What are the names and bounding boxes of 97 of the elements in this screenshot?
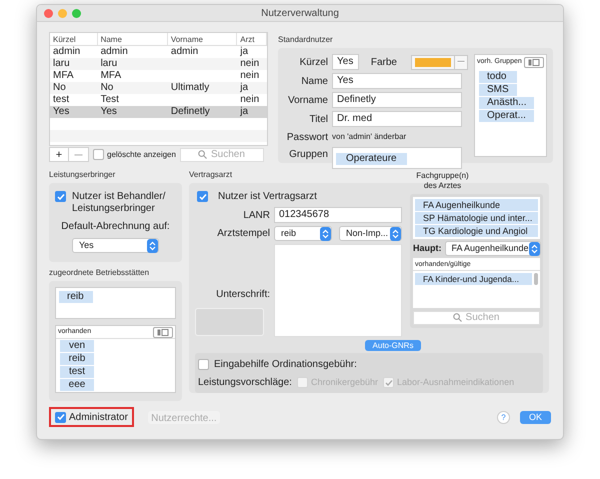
stepper-icon bbox=[390, 226, 401, 240]
signature-box[interactable] bbox=[195, 308, 264, 336]
table-cell: nein bbox=[240, 94, 260, 105]
add-button[interactable]: + bbox=[50, 148, 69, 161]
column-header[interactable]: Kürzel bbox=[50, 33, 98, 45]
remove-button[interactable]: — bbox=[69, 148, 88, 161]
toggle-icon[interactable] bbox=[153, 326, 173, 338]
column-header[interactable]: Name bbox=[98, 33, 168, 45]
window-title: Nutzerverwaltung bbox=[261, 6, 339, 20]
field-label: Unterschrift: bbox=[215, 288, 270, 302]
field-label: Arztstempel bbox=[216, 227, 270, 241]
table-cell: admin bbox=[53, 46, 80, 57]
table-cell: Yes bbox=[100, 106, 117, 117]
list-item[interactable]: Operat... bbox=[479, 110, 534, 122]
table-cell: Test bbox=[100, 94, 119, 105]
toggle-icon[interactable] bbox=[524, 57, 544, 68]
section-label: Leistungserbringer bbox=[49, 169, 116, 181]
field-label: Farbe bbox=[370, 56, 397, 70]
checkbox-label: Nutzer ist Behandler/ Leistungserbringer bbox=[72, 191, 166, 215]
scrollbar[interactable] bbox=[534, 273, 538, 285]
list-item[interactable]: eee bbox=[60, 379, 94, 391]
select-field[interactable]: FA Augenheilkunde bbox=[444, 241, 541, 256]
table-row[interactable]: laru laru nein bbox=[50, 58, 267, 70]
table-cell: nein bbox=[240, 70, 260, 81]
checkbox[interactable] bbox=[93, 149, 104, 160]
input-field[interactable]: 012345678 bbox=[274, 207, 402, 223]
section-label: Vertragsarzt bbox=[189, 169, 232, 181]
checkbox-label: Nutzer ist Vertragsarzt bbox=[218, 190, 317, 204]
select-field[interactable]: Non-Imp... bbox=[339, 226, 402, 241]
table-cell: ja bbox=[240, 46, 248, 57]
search-icon bbox=[198, 150, 207, 159]
list-item[interactable]: Operateure bbox=[336, 153, 407, 165]
list-item[interactable]: test bbox=[60, 366, 94, 378]
checkbox-label: Administrator bbox=[69, 410, 128, 424]
input-field[interactable]: Yes bbox=[332, 54, 359, 70]
section-label: zugeordnete Betriebsstätten bbox=[49, 267, 150, 279]
field-label: Default-Abrechnung auf: bbox=[61, 220, 170, 234]
table-cell: MFA bbox=[100, 70, 122, 81]
list-item[interactable]: FA Augenheilkunde bbox=[415, 199, 538, 211]
search-field[interactable]: Suchen bbox=[413, 310, 540, 324]
table-cell: admin bbox=[170, 46, 198, 57]
table-cell: laru bbox=[53, 58, 70, 69]
table-row[interactable]: No No Ultimatly ja bbox=[50, 82, 267, 94]
checkbox[interactable] bbox=[55, 191, 66, 202]
list-item[interactable]: SMS bbox=[479, 84, 517, 96]
table-cell: ja bbox=[240, 82, 248, 93]
field-label: LANR bbox=[242, 208, 270, 222]
table-cell: admin bbox=[100, 46, 128, 57]
column-header[interactable]: Vorname bbox=[168, 33, 238, 45]
field-label: Haupt: bbox=[413, 242, 442, 255]
signature-area[interactable] bbox=[274, 244, 402, 337]
table-cell: MFA bbox=[53, 70, 74, 81]
table-cell: test bbox=[53, 94, 70, 105]
input-field[interactable]: Definetly bbox=[332, 92, 462, 108]
list-item[interactable]: reib bbox=[60, 353, 94, 365]
table-cell: No bbox=[100, 82, 114, 93]
section-label: Standardnutzer bbox=[278, 34, 333, 46]
section-label: Fachgruppe(n) des Arztes bbox=[415, 171, 470, 191]
field-label: Leistungsvorschläge: bbox=[198, 376, 292, 390]
field-label: Titel bbox=[308, 112, 328, 126]
stepper-icon bbox=[320, 226, 331, 240]
list-item[interactable]: Anästh... bbox=[479, 97, 534, 109]
field-label: Name bbox=[300, 74, 328, 88]
list-item[interactable]: todo bbox=[479, 71, 517, 83]
table-cell: laru bbox=[100, 58, 118, 69]
color-swatch[interactable] bbox=[415, 58, 451, 66]
stepper-icon bbox=[528, 242, 540, 256]
table-row[interactable]: Yes Yes Definetly ja bbox=[50, 106, 267, 118]
column-header[interactable]: Arzt bbox=[237, 33, 268, 45]
select-field[interactable]: reib bbox=[274, 226, 332, 241]
table-cell: Definetly bbox=[170, 106, 210, 117]
search-icon bbox=[452, 313, 462, 322]
table-cell: Yes bbox=[53, 106, 70, 117]
checkbox[interactable] bbox=[55, 412, 66, 422]
field-label: Gruppen bbox=[288, 148, 328, 162]
table-cell: No bbox=[53, 82, 66, 93]
checkbox-label: Eingabehilfe Ordinationsgebühr: bbox=[214, 358, 357, 372]
list-item[interactable]: reib bbox=[59, 291, 93, 303]
list-item[interactable]: SP Hämatologie und inter... bbox=[415, 212, 538, 224]
field-label: Passwort bbox=[286, 130, 328, 144]
table-cell: nein bbox=[240, 58, 260, 69]
select-field[interactable]: Yes bbox=[72, 238, 159, 253]
table-cell: Ultimatly bbox=[170, 82, 210, 93]
stepper-icon bbox=[147, 238, 158, 252]
field-label: Kürzel bbox=[298, 56, 328, 70]
list-item[interactable]: TG Kardiologie und Angiol bbox=[415, 225, 538, 237]
checkbox[interactable] bbox=[197, 191, 208, 202]
hint-text: von 'admin' änderbar bbox=[332, 131, 406, 143]
checkbox[interactable] bbox=[198, 359, 209, 370]
table-cell: ja bbox=[240, 106, 248, 117]
list-item[interactable]: ven bbox=[60, 340, 94, 352]
list-item[interactable]: FA Kinder-und Jugenda... bbox=[415, 273, 532, 285]
input-field[interactable]: Yes bbox=[332, 73, 462, 89]
field-label: Vorname bbox=[286, 94, 328, 108]
checkbox-label: gelöschte anzeigen bbox=[107, 148, 176, 160]
input-field[interactable]: Dr. med bbox=[332, 111, 462, 127]
search-field[interactable]: Suchen bbox=[180, 148, 264, 162]
